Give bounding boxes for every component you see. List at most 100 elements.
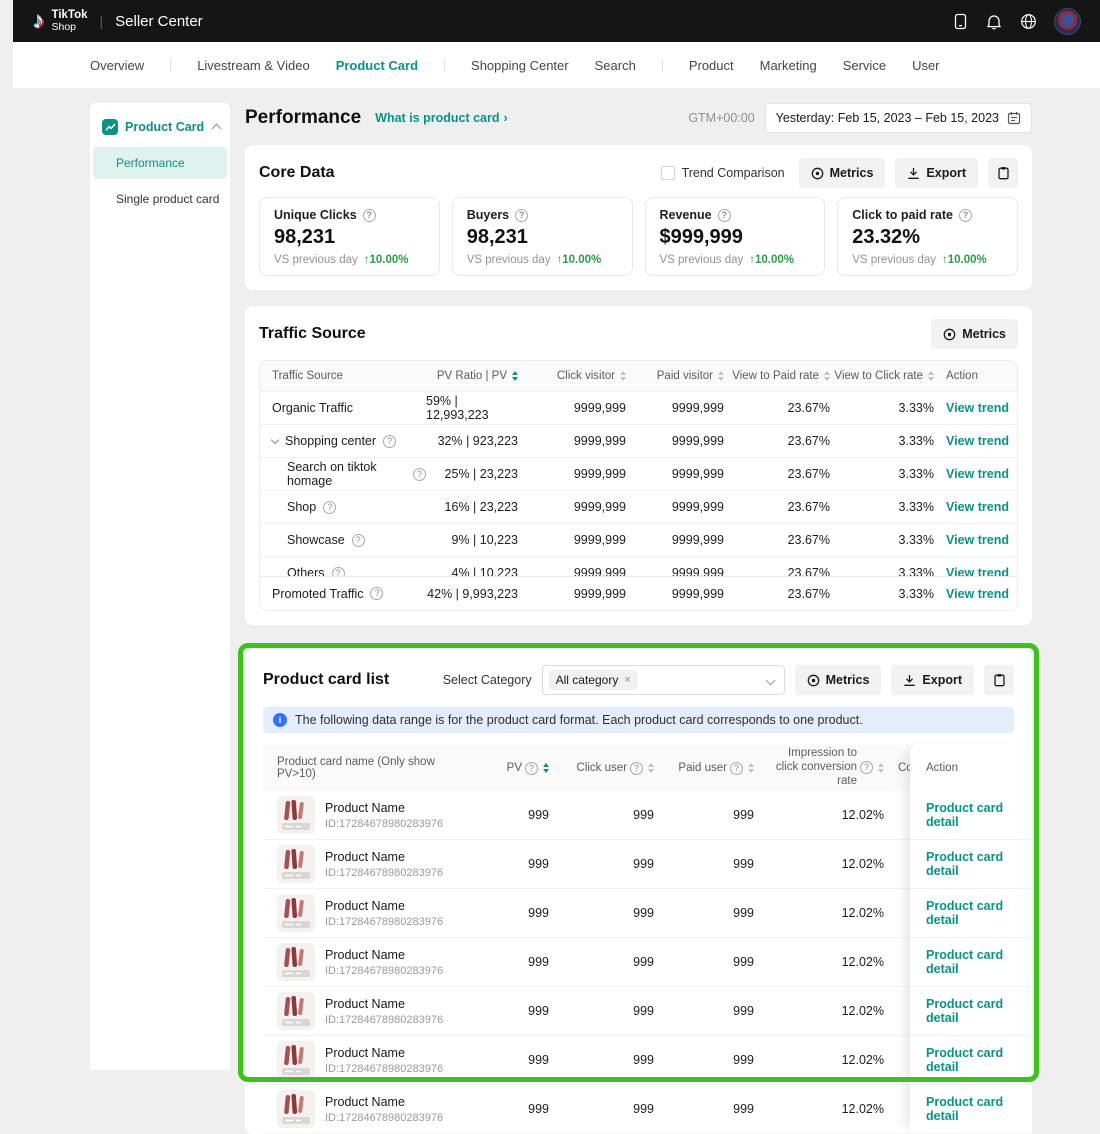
copy-data-button[interactable] <box>984 665 1014 695</box>
impression-rate-value: 12.02% <box>754 808 884 822</box>
nav-item[interactable]: Shopping Center <box>471 58 569 73</box>
view-trend-link[interactable]: View trend <box>946 587 1009 601</box>
nav-item[interactable]: Product <box>689 58 734 73</box>
export-button[interactable]: Export <box>891 665 974 695</box>
click-user-value: 999 <box>549 955 654 969</box>
copy-data-button[interactable] <box>988 158 1018 188</box>
core-data-card: Core Data Trend Comparison Metrics Expor… <box>245 145 1032 290</box>
help-icon[interactable]: ? <box>515 209 528 222</box>
date-range-picker[interactable]: Yesterday: Feb 15, 2023 – Feb 15, 2023 <box>765 103 1032 133</box>
avatar[interactable] <box>1055 9 1080 34</box>
trend-comparison-checkbox[interactable]: Trend Comparison <box>661 166 785 180</box>
product-card-detail-link[interactable]: Product card detail <box>926 948 1032 976</box>
view-trend-link[interactable]: View trend <box>946 401 1009 415</box>
help-icon[interactable]: ? <box>860 761 873 774</box>
metric-value: 23.32% <box>852 226 1003 249</box>
logo-text-shop: Shop <box>52 22 88 33</box>
info-banner: i The following data range is for the pr… <box>263 707 1014 733</box>
sidebar-section-product-card[interactable]: Product Card <box>90 119 230 135</box>
view-to-click-value: 3.33% <box>830 500 934 514</box>
click-visitor-value: 9999,999 <box>518 587 626 601</box>
product-card-detail-link[interactable]: Product card detail <box>926 997 1032 1025</box>
traffic-table-row: Organic Traffic 59% | 12,993,223 9999,99… <box>260 391 1017 424</box>
product-id: ID:17284678980283976 <box>325 965 443 977</box>
chevron-down-icon[interactable] <box>271 436 279 444</box>
metrics-icon <box>943 328 956 341</box>
metrics-button[interactable]: Metrics <box>931 319 1018 349</box>
calendar-icon <box>1007 111 1021 125</box>
nav-item[interactable] <box>170 59 171 72</box>
what-is-product-card-link[interactable]: What is product card› <box>375 111 508 125</box>
click-visitor-value: 9999,999 <box>518 467 626 481</box>
export-button[interactable]: Export <box>895 158 978 188</box>
core-data-title: Core Data <box>259 164 335 182</box>
nav-item[interactable] <box>662 59 663 72</box>
nav-item[interactable]: Marketing <box>760 58 817 73</box>
product-card-detail-link[interactable]: Product card detail <box>926 1095 1032 1123</box>
help-icon[interactable]: ? <box>383 435 396 448</box>
device-icon[interactable] <box>953 13 968 30</box>
help-icon[interactable]: ? <box>332 567 345 577</box>
paid-user-value: 999 <box>654 1053 754 1067</box>
traffic-table-row: Search on tiktok homage ? 25% | 23,223 9… <box>260 457 1017 490</box>
tiktok-shop-logo[interactable]: ♪ TikTok Shop <box>33 9 88 32</box>
vs-previous-day-label: VS previous day <box>852 254 936 266</box>
category-select[interactable]: All category × <box>542 665 785 695</box>
help-icon[interactable]: ? <box>959 209 972 222</box>
help-icon[interactable]: ? <box>413 468 426 481</box>
metrics-button[interactable]: Metrics <box>799 158 886 188</box>
paid-user-value: 999 <box>654 808 754 822</box>
chevron-up-icon[interactable] <box>212 124 222 134</box>
nav-item[interactable]: Livestream & Video <box>197 58 310 73</box>
product-card-detail-link[interactable]: Product card detail <box>926 801 1032 829</box>
help-icon[interactable]: ? <box>718 209 731 222</box>
checkbox-box[interactable] <box>661 166 675 180</box>
nav-item[interactable]: Service <box>843 58 886 73</box>
col-view-to-click: View to Click rate <box>830 370 934 382</box>
nav-item[interactable]: User <box>912 58 939 73</box>
traffic-source-name: Showcase <box>287 533 345 547</box>
product-card-icon <box>102 119 118 135</box>
help-icon[interactable]: ? <box>525 762 538 775</box>
globe-icon[interactable] <box>1020 13 1037 30</box>
impression-rate-value: 12.02% <box>754 1004 884 1018</box>
nav-item[interactable]: Search <box>595 58 636 73</box>
help-icon[interactable]: ? <box>323 501 336 514</box>
remove-tag-icon[interactable]: × <box>624 674 630 686</box>
vs-previous-day-label: VS previous day <box>467 254 551 266</box>
chevron-down-icon <box>765 675 775 685</box>
col-click-visitor: Click visitor <box>518 370 626 382</box>
product-table: Product card name (Only show PV>10) PV? … <box>263 745 1032 1134</box>
sidebar: Product Card Performance Single product … <box>90 103 230 1070</box>
help-icon[interactable]: ? <box>352 534 365 547</box>
view-trend-link[interactable]: View trend <box>946 434 1009 448</box>
product-card-list-card: Product card list Select Category All ca… <box>245 649 1032 1134</box>
view-trend-link[interactable]: View trend <box>946 566 1009 576</box>
nav-item[interactable] <box>444 59 445 72</box>
help-icon[interactable]: ? <box>730 762 743 775</box>
product-id: ID:17284678980283976 <box>325 867 443 879</box>
product-card-detail-link[interactable]: Product card detail <box>926 850 1032 878</box>
help-icon[interactable]: ? <box>630 762 643 775</box>
metrics-button[interactable]: Metrics <box>795 665 882 695</box>
view-to-paid-value: 23.67% <box>724 587 830 601</box>
metric-value: 98,231 <box>274 226 425 249</box>
nav-item[interactable]: Overview <box>90 58 144 73</box>
click-user-value: 999 <box>549 1053 654 1067</box>
sidebar-item[interactable]: Performance <box>93 147 227 179</box>
pv-ratio-value: 16% | 23,223 <box>426 500 518 514</box>
col-paid-user: Paid user? <box>654 762 754 775</box>
view-trend-link[interactable]: View trend <box>946 533 1009 547</box>
nav-item[interactable]: Product Card <box>336 58 418 73</box>
product-card-detail-link[interactable]: Product card detail <box>926 899 1032 927</box>
view-trend-link[interactable]: View trend <box>946 500 1009 514</box>
pv-value: 999 <box>469 1004 549 1018</box>
help-icon[interactable]: ? <box>363 209 376 222</box>
product-card-detail-link[interactable]: Product card detail <box>926 1046 1032 1074</box>
view-trend-link[interactable]: View trend <box>946 467 1009 481</box>
help-icon[interactable]: ? <box>370 587 383 600</box>
product-name: Product Name <box>325 948 443 962</box>
paid-visitor-value: 9999,999 <box>626 587 724 601</box>
sidebar-item[interactable]: Single product card <box>90 183 230 215</box>
bell-icon[interactable] <box>986 13 1002 30</box>
